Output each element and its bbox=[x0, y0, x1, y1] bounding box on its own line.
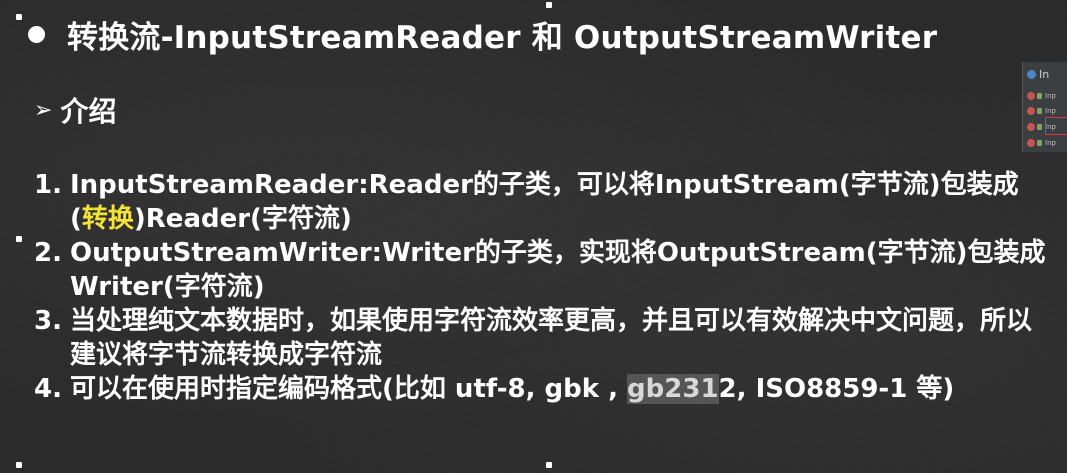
lock-icon bbox=[1037, 124, 1042, 130]
list-item-text: InputStreamReader:Reader的子类，可以将InputStre… bbox=[70, 168, 1054, 236]
arrow-bullet-icon: ➢ bbox=[34, 97, 53, 123]
highlighted-text: 转换 bbox=[81, 204, 134, 234]
resize-handle-middle-left[interactable] bbox=[16, 236, 22, 242]
resize-handle-bottom-left[interactable] bbox=[16, 462, 22, 468]
list-item: 3. 当处理纯文本数据时，如果使用字符流效率更高，并且可以有效解决中文问题，所以建… bbox=[34, 304, 1054, 372]
list-item-number: 1. bbox=[34, 170, 62, 200]
lock-icon bbox=[1037, 93, 1042, 99]
method-icon bbox=[1027, 123, 1035, 131]
method-icon bbox=[1027, 139, 1035, 147]
ide-structure-panel: In Inp Inp Inp Inp bbox=[1022, 62, 1067, 152]
bullet-icon bbox=[28, 26, 45, 43]
slide-title: 转换流-InputStreamReader 和 OutputStreamWrit… bbox=[67, 20, 938, 56]
panel-row[interactable]: Inp bbox=[1027, 105, 1056, 117]
list-item-text: 当处理纯文本数据时，如果使用字符流效率更高，并且可以有效解决中文问题，所以建议将… bbox=[70, 304, 1054, 372]
section-heading-row: ➢ 介绍 bbox=[34, 90, 116, 130]
panel-row-label: Inp bbox=[1045, 139, 1056, 147]
panel-row-label: Inp bbox=[1045, 107, 1056, 115]
text-segment: )Reader(字符流) bbox=[133, 204, 352, 234]
list-item-text: OutputStreamWriter:Writer的子类，实现将OutputSt… bbox=[70, 236, 1054, 304]
panel-row[interactable]: Inp bbox=[1027, 137, 1056, 149]
list-item: 4. 可以在使用时指定编码格式(比如 utf-8, gbk , gb2312, I… bbox=[34, 372, 1054, 406]
class-icon bbox=[1027, 69, 1036, 79]
list-item: 1. InputStreamReader:Reader的子类，可以将InputSt… bbox=[34, 168, 1054, 236]
list-item-number: 3. bbox=[34, 306, 62, 336]
text-segment: 可以在使用时指定编码格式(比如 utf-8, gbk , bbox=[70, 374, 628, 404]
slide-title-row: 转换流-InputStreamReader 和 OutputStreamWrit… bbox=[28, 12, 937, 57]
panel-header: In bbox=[1027, 67, 1050, 81]
resize-handle-bottom-center[interactable] bbox=[546, 462, 552, 468]
method-icon bbox=[1027, 92, 1035, 100]
text-segment: OutputStreamWriter:Writer的子类，实现将OutputSt… bbox=[70, 238, 1046, 302]
resize-handle-top-center[interactable] bbox=[546, 2, 552, 8]
lock-icon bbox=[1037, 108, 1042, 114]
panel-row-label: Inp bbox=[1045, 92, 1056, 100]
panel-title: In bbox=[1039, 67, 1050, 81]
selection-highlight-box bbox=[1045, 117, 1067, 135]
resize-handle-top-left[interactable] bbox=[16, 14, 22, 20]
list-item-number: 4. bbox=[34, 374, 62, 404]
numbered-list: 1. InputStreamReader:Reader的子类，可以将InputSt… bbox=[34, 168, 1054, 406]
list-item: 2. OutputStreamWriter:Writer的子类，实现将Output… bbox=[34, 236, 1054, 304]
list-item-text: 可以在使用时指定编码格式(比如 utf-8, gbk , gb2312, ISO… bbox=[70, 372, 1054, 406]
lock-icon bbox=[1037, 140, 1042, 146]
list-item-number: 2. bbox=[34, 238, 62, 268]
method-icon bbox=[1027, 107, 1035, 115]
section-heading: 介绍 bbox=[60, 95, 117, 128]
text-segment: 2, ISO8859-1 等) bbox=[718, 374, 955, 404]
selected-text: gb231 bbox=[627, 374, 719, 404]
text-segment: 当处理纯文本数据时，如果使用字符流效率更高，并且可以有效解决中文问题，所以建议将… bbox=[70, 306, 1033, 370]
panel-row[interactable]: Inp bbox=[1027, 90, 1056, 102]
